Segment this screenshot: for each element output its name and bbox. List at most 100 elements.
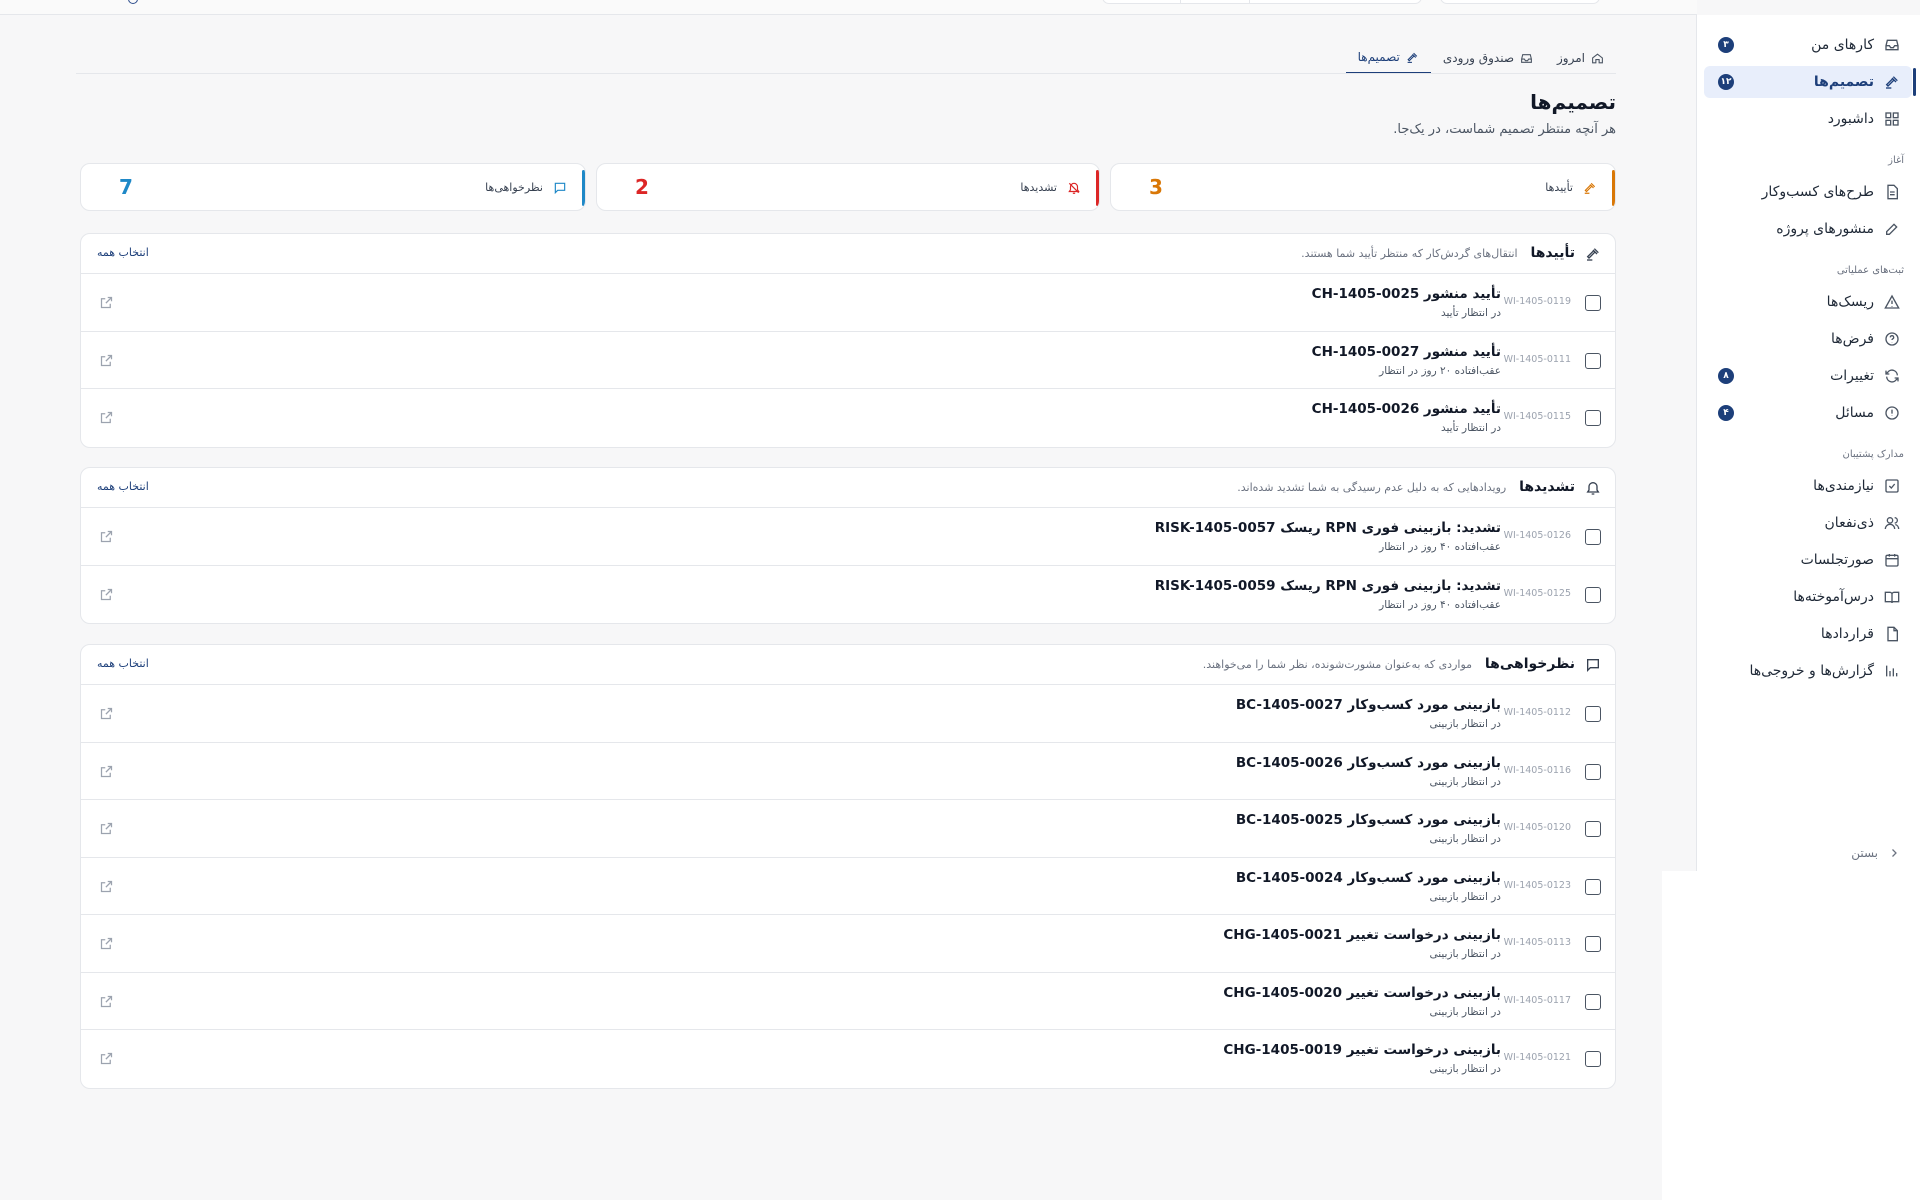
- user-icon[interactable]: [128, 0, 138, 4]
- list-item[interactable]: WI-1405-0119 تأیید منشور CH-1405-0025 در…: [81, 274, 1615, 332]
- row-checkbox[interactable]: [1585, 936, 1601, 952]
- row-checkbox[interactable]: [1585, 706, 1601, 722]
- chart-icon: [1886, 665, 1898, 677]
- select-all-link[interactable]: انتخاب همه: [97, 246, 149, 259]
- row-title[interactable]: بازبینی مورد کسب‌وکار BC-1405-0024: [1236, 870, 1501, 886]
- tab-inbox[interactable]: صندوق ورودی: [1431, 42, 1545, 74]
- external-link-icon[interactable]: [99, 529, 114, 544]
- help-circle-icon: [1885, 332, 1899, 346]
- row-title[interactable]: بازبینی مورد کسب‌وکار BC-1405-0027: [1236, 697, 1501, 713]
- bell-icon: [1586, 482, 1600, 495]
- row-checkbox[interactable]: [1585, 410, 1601, 426]
- sidebar-item-label: قراردادها: [1820, 626, 1874, 642]
- row-checkbox[interactable]: [1585, 1051, 1601, 1067]
- stat-card-consultations[interactable]: نظرخواهی‌ها 7: [80, 163, 586, 211]
- row-title[interactable]: بازبینی درخواست تغییر CHG-1405-0021: [1223, 927, 1501, 943]
- external-link-icon[interactable]: [99, 764, 114, 779]
- external-link-icon[interactable]: [99, 936, 114, 951]
- document-icon: [1887, 184, 1898, 200]
- row-checkbox[interactable]: [1585, 295, 1601, 311]
- row-status: در انتظار بازبینی: [1429, 948, 1501, 960]
- row-title[interactable]: تشدید: بازبینی فوری RPN ریسک RISK-1405-0…: [1155, 520, 1501, 536]
- row-checkbox[interactable]: [1585, 586, 1601, 603]
- count-badge: ۱۲: [1718, 74, 1734, 90]
- sidebar-item-minutes[interactable]: صورتجلسات: [1704, 544, 1912, 576]
- row-title[interactable]: بازبینی درخواست تغییر CHG-1405-0019: [1223, 1042, 1501, 1058]
- sidebar: کارهای من ۳ تصمیم‌ها ۱۲ داشبورد آغاز طرح…: [1696, 15, 1920, 871]
- row-title[interactable]: بازبینی درخواست تغییر CHG-1405-0020: [1223, 985, 1501, 1001]
- gavel-icon: [1885, 76, 1898, 89]
- work-item-id: WI-1405-0111: [1503, 353, 1571, 365]
- list-item[interactable]: WI-1405-0113 بازبینی درخواست تغییر CHG-1…: [81, 915, 1615, 973]
- tab-label: امروز: [1557, 51, 1585, 65]
- sidebar-item-assumptions[interactable]: فرض‌ها: [1704, 323, 1912, 355]
- list-item[interactable]: WI-1405-0120 بازبینی مورد کسب‌وکار BC-14…: [81, 800, 1615, 858]
- row-title[interactable]: بازبینی مورد کسب‌وکار BC-1405-0026: [1236, 755, 1501, 771]
- list-item[interactable]: WI-1405-0117 بازبینی درخواست تغییر CHG-1…: [81, 973, 1615, 1030]
- external-link-icon[interactable]: [99, 1051, 114, 1066]
- sidebar-item-my-tasks[interactable]: کارهای من ۳: [1704, 29, 1912, 61]
- inbox-icon: [1521, 53, 1532, 63]
- row-checkbox[interactable]: [1585, 352, 1601, 369]
- stat-accent: [1612, 170, 1615, 206]
- row-checkbox[interactable]: [1585, 993, 1601, 1010]
- tab-today[interactable]: امروز: [1545, 42, 1616, 74]
- sidebar-item-lessons-learned[interactable]: درس‌آموخته‌ها: [1704, 581, 1912, 613]
- sidebar-item-decisions[interactable]: تصمیم‌ها ۱۲: [1704, 66, 1916, 98]
- top-search-field[interactable]: [1102, 0, 1422, 4]
- row-checkbox[interactable]: [1585, 878, 1601, 895]
- row-title[interactable]: تشدید: بازبینی فوری RPN ریسک RISK-1405-0…: [1155, 578, 1501, 594]
- stat-value: 3: [1149, 175, 1163, 199]
- row-status: در انتظار تأیید: [1440, 422, 1501, 434]
- list-item[interactable]: WI-1405-0115 تأیید منشور CH-1405-0026 در…: [81, 389, 1615, 447]
- list-item[interactable]: WI-1405-0123 بازبینی مورد کسب‌وکار BC-14…: [81, 858, 1615, 915]
- stat-card-escalations[interactable]: تشدیدها 2: [596, 163, 1100, 211]
- row-title[interactable]: تأیید منشور CH-1405-0026: [1312, 401, 1501, 417]
- view-tabs: امروز صندوق ورودی تصمیم‌ها: [1345, 42, 1616, 74]
- sidebar-item-dashboard[interactable]: داشبورد: [1704, 103, 1912, 135]
- list-item[interactable]: WI-1405-0116 بازبینی مورد کسب‌وکار BC-14…: [81, 743, 1615, 800]
- external-link-icon[interactable]: [99, 295, 114, 310]
- sidebar-item-contracts[interactable]: قراردادها: [1704, 618, 1912, 650]
- row-checkbox[interactable]: [1585, 763, 1601, 780]
- collapse-sidebar-button[interactable]: بستن: [1851, 846, 1900, 860]
- select-all-link[interactable]: انتخاب همه: [97, 657, 149, 670]
- consultations-section: نظرخواهی‌ها مواردی که به‌عنوان مشورت‌شون…: [80, 644, 1616, 1089]
- sidebar-item-changes[interactable]: تغییرات ۸: [1704, 360, 1912, 392]
- sidebar-item-requirements[interactable]: نیازمندی‌ها: [1704, 470, 1912, 502]
- list-item[interactable]: WI-1405-0112 بازبینی مورد کسب‌وکار BC-14…: [81, 685, 1615, 743]
- sidebar-item-issues[interactable]: مسائل ۴: [1704, 397, 1912, 429]
- external-link-icon[interactable]: [99, 821, 114, 836]
- section-description: مواردی که به‌عنوان مشورت‌شونده، نظر شما …: [1202, 658, 1473, 671]
- external-link-icon[interactable]: [99, 587, 114, 602]
- external-link-icon[interactable]: [99, 706, 114, 721]
- sidebar-item-stakeholders[interactable]: ذی‌نفعان: [1704, 507, 1912, 539]
- row-checkbox[interactable]: [1585, 821, 1601, 837]
- alert-circle-icon: [1885, 406, 1899, 420]
- row-title[interactable]: تأیید منشور CH-1405-0027: [1312, 344, 1501, 360]
- row-title[interactable]: تأیید منشور CH-1405-0025: [1312, 286, 1501, 302]
- sidebar-item-project-charters[interactable]: منشورهای پروژه: [1704, 213, 1912, 245]
- external-link-icon[interactable]: [99, 410, 114, 425]
- tab-decisions[interactable]: تصمیم‌ها: [1345, 42, 1431, 74]
- row-checkbox[interactable]: [1585, 529, 1601, 545]
- external-link-icon[interactable]: [99, 353, 114, 368]
- external-link-icon[interactable]: [99, 994, 114, 1009]
- external-link-icon[interactable]: [99, 879, 114, 894]
- stat-card-approvals[interactable]: تأییدها 3: [1110, 163, 1616, 211]
- row-title[interactable]: بازبینی مورد کسب‌وکار BC-1405-0025: [1236, 812, 1501, 828]
- sidebar-item-label: فرض‌ها: [1831, 331, 1874, 347]
- sidebar-item-business-cases[interactable]: طرح‌های کسب‌وکار: [1704, 176, 1912, 208]
- top-search-divider: [1180, 0, 1250, 4]
- select-all-link[interactable]: انتخاب همه: [97, 480, 149, 493]
- sidebar-item-reports[interactable]: گزارش‌ها و خروجی‌ها: [1704, 655, 1912, 687]
- list-item[interactable]: WI-1405-0121 بازبینی درخواست تغییر CHG-1…: [81, 1030, 1615, 1088]
- list-item[interactable]: WI-1405-0111 تأیید منشور CH-1405-0027 عق…: [81, 332, 1615, 389]
- top-selector[interactable]: [1440, 0, 1600, 4]
- sidebar-item-risks[interactable]: ریسک‌ها: [1704, 286, 1912, 318]
- list-item[interactable]: WI-1405-0126 تشدید: بازبینی فوری RPN ریس…: [81, 508, 1615, 566]
- sidebar-item-label: طرح‌های کسب‌وکار: [1761, 184, 1874, 200]
- sidebar-item-label: تغییرات: [1830, 368, 1874, 384]
- list-item[interactable]: WI-1405-0125 تشدید: بازبینی فوری RPN ریس…: [81, 566, 1615, 624]
- warning-icon: [1884, 294, 1900, 309]
